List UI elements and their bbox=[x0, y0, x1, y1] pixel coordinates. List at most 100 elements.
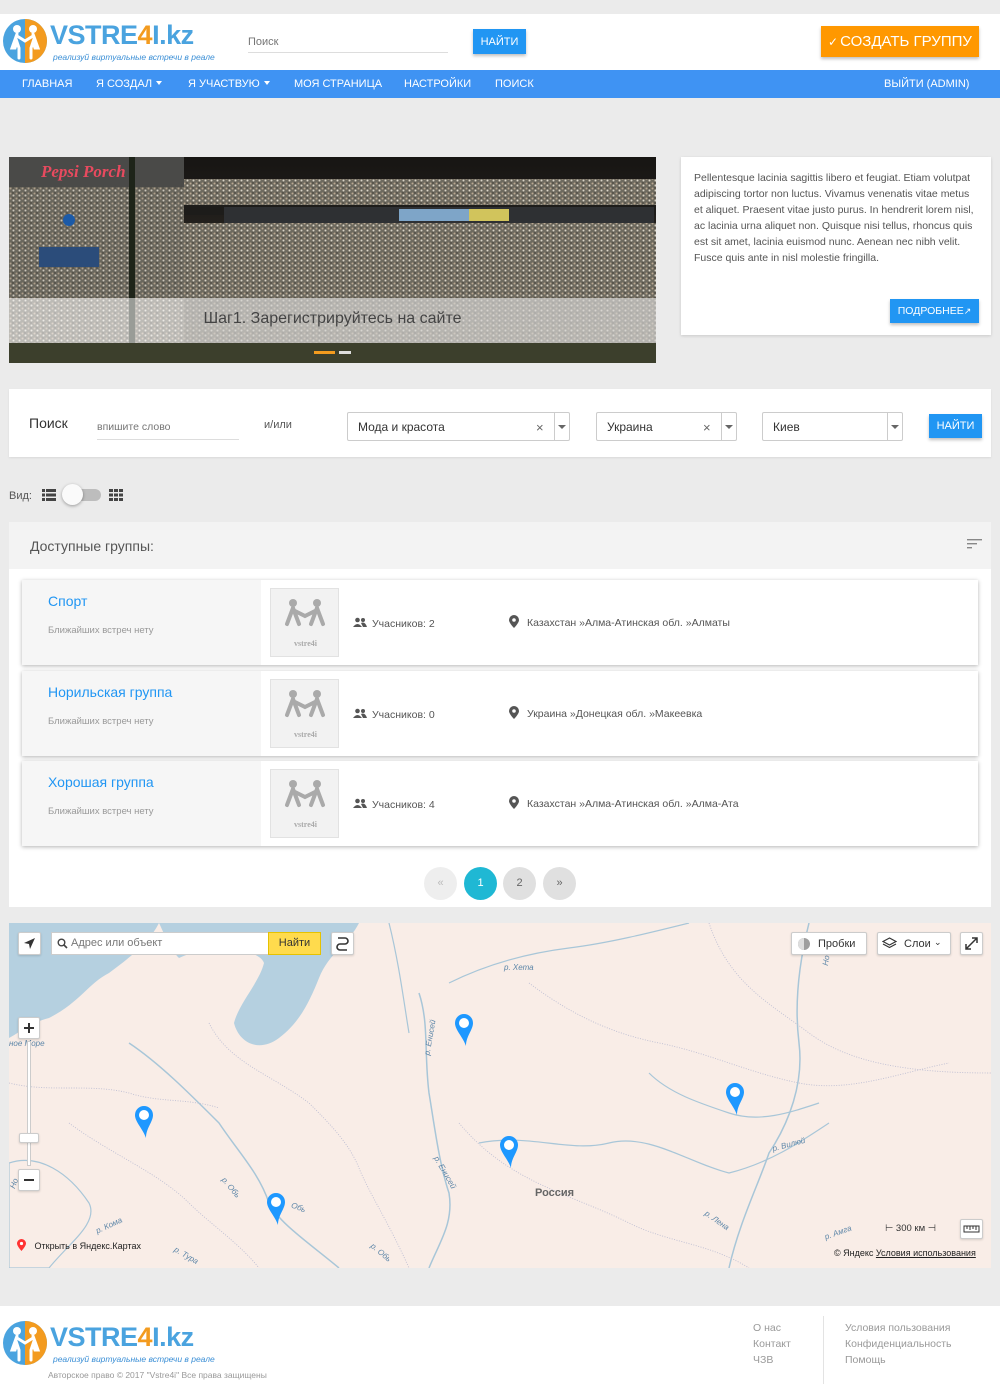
group-name[interactable]: Хорошая группа bbox=[48, 774, 154, 790]
scale-value: 300 км bbox=[895, 1223, 926, 1234]
open-in-yandex-link[interactable]: Открыть в Яндекс.Картах bbox=[17, 1239, 141, 1251]
footer-link-faq[interactable]: ЧЗВ bbox=[753, 1354, 773, 1366]
groups-header: Доступные группы: bbox=[9, 522, 991, 569]
route-button[interactable] bbox=[331, 932, 354, 955]
map-terrain bbox=[9, 923, 991, 1268]
geolocation-button[interactable] bbox=[18, 932, 41, 955]
zoom-handle[interactable] bbox=[19, 1133, 39, 1143]
scale-left-icon: ⊢ bbox=[885, 1223, 894, 1234]
ruler-button[interactable] bbox=[960, 1219, 983, 1239]
traffic-button[interactable]: Пробки bbox=[791, 932, 867, 955]
members-icon bbox=[353, 798, 367, 808]
nav-item-search[interactable]: ПОИСК bbox=[495, 70, 534, 98]
keyword-input[interactable] bbox=[97, 414, 239, 440]
thumb-text: vstre4i bbox=[294, 639, 317, 648]
category-select[interactable]: Мода и красота × bbox=[347, 412, 570, 441]
group-card[interactable]: Спорт Ближайших встреч нету vstre4i Учас… bbox=[22, 580, 978, 665]
pager-next[interactable]: » bbox=[543, 867, 576, 900]
zoom-out-button[interactable] bbox=[18, 1169, 40, 1191]
layers-icon bbox=[882, 937, 897, 949]
traffic-label: Пробки bbox=[818, 938, 856, 950]
pager-prev[interactable]: « bbox=[424, 867, 457, 900]
scale-right-icon: ⊣ bbox=[927, 1223, 937, 1234]
zoom-track[interactable] bbox=[27, 1041, 31, 1166]
slider-dot[interactable] bbox=[339, 351, 351, 354]
traffic-icon bbox=[798, 938, 810, 950]
clear-icon[interactable]: × bbox=[536, 420, 544, 435]
country-select[interactable]: Украина × bbox=[596, 412, 737, 441]
fullscreen-button[interactable] bbox=[960, 932, 983, 955]
zoom-in-button[interactable] bbox=[18, 1017, 40, 1039]
group-card[interactable]: Хорошая группа Ближайших встреч нету vst… bbox=[22, 761, 978, 846]
yandex-pin-icon bbox=[17, 1239, 26, 1251]
nav-item-my-page[interactable]: МОЯ СТРАНИЦА bbox=[294, 70, 382, 98]
footer-divider bbox=[823, 1316, 824, 1384]
group-name[interactable]: Норильская группа bbox=[48, 684, 172, 700]
group-name[interactable]: Спорт bbox=[48, 593, 87, 609]
clear-icon[interactable]: × bbox=[703, 420, 711, 435]
check-icon: ✓ bbox=[828, 34, 839, 49]
chevron-down-icon[interactable] bbox=[721, 413, 736, 440]
chevron-down-icon[interactable] bbox=[887, 413, 902, 440]
people-logo-icon bbox=[285, 599, 325, 626]
group-card[interactable]: Норильская группа Ближайших встреч нету … bbox=[22, 671, 978, 756]
map-pin-icon[interactable] bbox=[453, 1013, 475, 1047]
create-group-button[interactable]: ✓ СОЗДАТЬ ГРУППУ bbox=[821, 26, 979, 57]
logo-icon bbox=[3, 1321, 47, 1365]
river-label: р. Хета bbox=[504, 963, 534, 972]
footer-link-privacy[interactable]: Конфиденциальность bbox=[845, 1338, 952, 1350]
logo-text: VSTRE4I.kz bbox=[50, 1322, 194, 1352]
more-button[interactable]: ПОДРОБНЕЕ ↗ bbox=[890, 299, 979, 323]
yandex-map[interactable]: р. Хета р. Енисей р. Енисей р. Обь Обь р… bbox=[9, 923, 991, 1268]
group-thumbnail[interactable]: vstre4i bbox=[270, 769, 339, 838]
category-value: Мода и красота bbox=[358, 420, 445, 434]
footer-link-help[interactable]: Помощь bbox=[845, 1354, 886, 1366]
slider-caption: Шаг1. Зарегистрируйтесь на сайте bbox=[203, 310, 462, 327]
footer-link-about[interactable]: О нас bbox=[753, 1322, 781, 1334]
slider-dot-active[interactable] bbox=[314, 351, 335, 354]
pager-page-1[interactable]: 1 bbox=[464, 867, 497, 900]
nav-item-logout[interactable]: ВЫЙТИ (ADMIN) bbox=[884, 70, 969, 98]
search-find-button[interactable]: НАЙТИ bbox=[929, 414, 982, 438]
city-select[interactable]: Киев bbox=[762, 412, 903, 441]
header: VSTRE4I.kz реализуй виртуальные встречи … bbox=[0, 14, 1000, 70]
thumb-text: vstre4i bbox=[294, 820, 317, 829]
footer: VSTRE4I.kz реализуй виртуальные встречи … bbox=[0, 1306, 1000, 1388]
group-thumbnail[interactable]: vstre4i bbox=[270, 588, 339, 657]
map-pin-icon[interactable] bbox=[265, 1192, 287, 1226]
nav-item-settings[interactable]: НАСТРОЙКИ bbox=[404, 70, 471, 98]
sort-icon[interactable] bbox=[967, 538, 982, 550]
nav-item-home[interactable]: ГЛАВНАЯ bbox=[22, 70, 72, 98]
chevron-down-icon[interactable] bbox=[554, 413, 569, 440]
group-thumbnail[interactable]: vstre4i bbox=[270, 679, 339, 748]
header-search-input[interactable] bbox=[248, 31, 448, 53]
group-meetings: Ближайших встреч нету bbox=[48, 806, 154, 817]
nav-item-participating[interactable]: Я УЧАСТВУЮ bbox=[188, 70, 270, 98]
yandex-copyright: © Яндекс bbox=[834, 1248, 874, 1258]
layers-button[interactable]: Слои ⌄ bbox=[877, 932, 951, 955]
map-search-input[interactable]: Адрес или объект bbox=[51, 932, 269, 955]
map-find-button[interactable]: Найти bbox=[268, 932, 321, 955]
logo[interactable]: VSTRE4I.kz реализуй виртуальные встречи … bbox=[2, 18, 222, 66]
footer-logo[interactable]: VSTRE4I.kz реализуй виртуальные встречи … bbox=[2, 1320, 222, 1368]
nav-item-created[interactable]: Я СОЗДАЛ bbox=[96, 70, 163, 98]
footer-link-contact[interactable]: Контакт bbox=[753, 1338, 791, 1350]
people-logo-icon bbox=[285, 690, 325, 717]
location-pin-icon bbox=[509, 615, 519, 628]
members-count: Учасников: 2 bbox=[372, 618, 435, 630]
grid-view-icon[interactable] bbox=[109, 489, 123, 501]
pager-page-2[interactable]: 2 bbox=[503, 867, 536, 900]
terms-link[interactable]: Условия использования bbox=[876, 1248, 976, 1258]
map-pin-icon[interactable] bbox=[724, 1082, 746, 1116]
header-search-button[interactable]: НАЙТИ bbox=[473, 29, 526, 54]
location-arrow-icon bbox=[24, 938, 35, 949]
list-view-icon[interactable] bbox=[42, 489, 56, 501]
open-in-yandex-label: Открыть в Яндекс.Картах bbox=[34, 1241, 141, 1251]
map-pin-icon[interactable] bbox=[133, 1105, 155, 1139]
location-pin-icon bbox=[509, 706, 519, 719]
map-pin-icon[interactable] bbox=[498, 1135, 520, 1169]
footer-link-terms[interactable]: Условия пользования bbox=[845, 1322, 950, 1334]
thumb-text: vstre4i bbox=[294, 730, 317, 739]
view-toggle-knob[interactable] bbox=[62, 484, 83, 505]
logo-icon bbox=[3, 19, 47, 63]
